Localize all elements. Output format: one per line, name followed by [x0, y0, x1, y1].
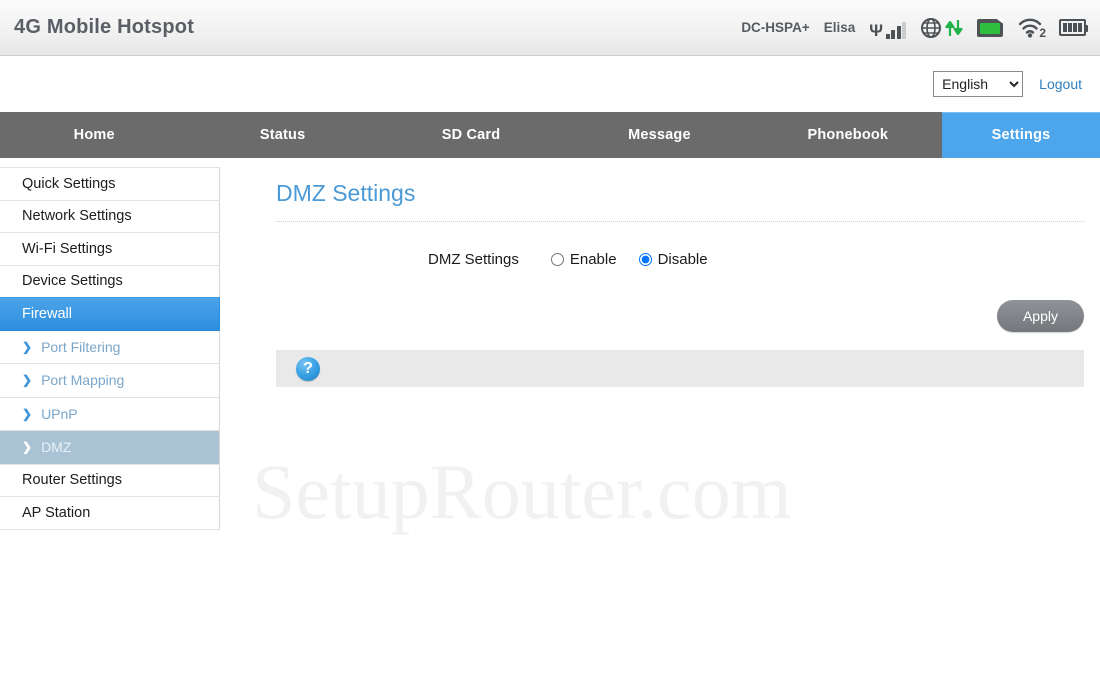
globe-data-transfer-icon [920, 16, 963, 40]
dmz-disable-radio[interactable] [638, 252, 652, 266]
chevron-right-icon: ❯ [22, 406, 33, 421]
sidebar-subitem-port-filtering[interactable]: ❯ Port Filtering [0, 330, 220, 364]
sidebar-subitem-upnp[interactable]: ❯ UPnP [0, 397, 220, 431]
help-bar: ? [276, 350, 1084, 387]
sidebar-subitem-dmz[interactable]: ❯ DMZ [0, 431, 220, 465]
dmz-disable-option[interactable]: Disable [638, 251, 708, 268]
status-bar: DC-HSPA+ Elisa Ψ 2 [741, 16, 1088, 40]
sidebar-item-wifi-settings[interactable]: Wi-Fi Settings [0, 232, 220, 266]
sidebar-item-router-settings[interactable]: Router Settings [0, 463, 220, 497]
apply-button[interactable]: Apply [996, 300, 1084, 332]
wifi-client-count: 2 [1039, 25, 1046, 40]
sidebar-item-ap-station[interactable]: AP Station [0, 496, 220, 530]
tab-status[interactable]: Status [188, 112, 376, 158]
tab-sd-card[interactable]: SD Card [377, 112, 565, 158]
main-navigation: Home Status SD Card Message Phonebook Se… [0, 112, 1100, 158]
dmz-enable-label[interactable]: Enable [570, 251, 617, 268]
sidebar-subitem-label: DMZ [41, 439, 72, 456]
battery-icon [1059, 19, 1088, 36]
tab-phonebook[interactable]: Phonebook [754, 112, 942, 158]
apply-row: Apply [276, 300, 1092, 332]
content-area: DMZ Settings DMZ Settings Enable Disable… [220, 158, 1100, 387]
dmz-disable-label[interactable]: Disable [658, 251, 708, 268]
sidebar: Quick Settings Network Settings Wi-Fi Se… [0, 158, 220, 530]
sidebar-subitem-label: UPnP [41, 405, 78, 422]
sidebar-subitem-label: Port Filtering [41, 338, 121, 355]
signal-bars-icon: Ψ [869, 17, 906, 39]
language-bar: English Logout [0, 56, 1100, 112]
dmz-enable-radio[interactable] [550, 252, 564, 266]
language-select[interactable]: English [933, 71, 1024, 97]
sidebar-item-device-settings[interactable]: Device Settings [0, 264, 220, 298]
sd-card-icon [977, 18, 1003, 37]
title-divider [276, 221, 1084, 222]
chevron-right-icon: ❯ [22, 339, 33, 354]
router-admin-page: 4G Mobile Hotspot DC-HSPA+ Elisa Ψ 2 Eng… [0, 0, 1100, 697]
network-type-label: DC-HSPA+ [741, 20, 810, 35]
dmz-enable-option[interactable]: Enable [550, 251, 617, 268]
sidebar-subitem-label: Port Mapping [41, 372, 125, 389]
help-question-icon[interactable]: ? [296, 356, 320, 381]
chevron-right-icon: ❯ [22, 440, 33, 455]
app-title: 4G Mobile Hotspot [14, 16, 195, 38]
sidebar-item-firewall[interactable]: Firewall [0, 297, 220, 331]
carrier-label: Elisa [823, 20, 856, 35]
logout-link[interactable]: Logout [1039, 76, 1082, 92]
wifi-icon: 2 [1017, 17, 1046, 40]
chevron-right-icon: ❯ [22, 373, 33, 388]
dmz-settings-row: DMZ Settings Enable Disable [276, 244, 1092, 274]
tab-message[interactable]: Message [565, 112, 753, 158]
sidebar-item-quick-settings[interactable]: Quick Settings [0, 167, 220, 201]
sidebar-subitem-port-mapping[interactable]: ❯ Port Mapping [0, 364, 220, 398]
tab-settings[interactable]: Settings [942, 112, 1100, 158]
tab-home[interactable]: Home [0, 112, 188, 158]
app-header: 4G Mobile Hotspot DC-HSPA+ Elisa Ψ 2 [0, 0, 1100, 56]
page-body: Quick Settings Network Settings Wi-Fi Se… [0, 158, 1100, 530]
sidebar-item-network-settings[interactable]: Network Settings [0, 199, 220, 233]
page-title: DMZ Settings [276, 180, 416, 206]
dmz-field-label: DMZ Settings [428, 250, 519, 268]
